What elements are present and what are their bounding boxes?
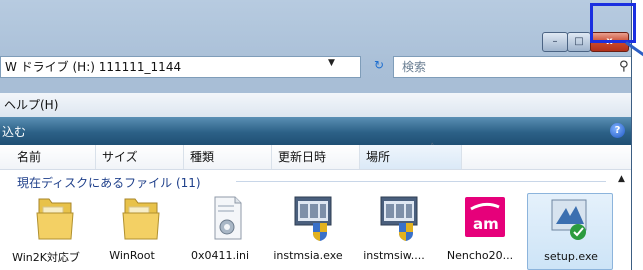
file-icon-grid: Win2K対応ブ WinRoot 0x0411.ini instmsia.exe… (0, 193, 631, 270)
close-button-highlight (590, 3, 636, 43)
search-input[interactable]: 検索 (393, 56, 631, 78)
file-item[interactable]: am Nencho20... (436, 193, 522, 270)
maximize-button[interactable]: □ (567, 32, 591, 52)
installer-icon (380, 196, 418, 241)
file-label: Win2K対応ブ (12, 251, 80, 264)
search-icon[interactable]: ⚲ (619, 59, 631, 74)
help-icon[interactable]: ? (610, 123, 625, 138)
menu-item-help[interactable]: ヘルプ(H) (4, 96, 58, 113)
folder-icon (122, 198, 160, 240)
column-header-size[interactable]: サイズ (96, 145, 184, 169)
file-label: 0x0411.ini (190, 249, 250, 262)
toolbar-button-label[interactable]: 込む (2, 123, 26, 140)
menu-bar: ヘルプ(H) (0, 93, 631, 118)
sort-ascending-icon: ˄ (430, 143, 435, 153)
column-header-type[interactable]: 種類 (184, 145, 272, 169)
column-header-modified[interactable]: 更新日時 (272, 145, 360, 169)
file-label: instmsiw.... (363, 249, 425, 262)
file-item[interactable]: WinRoot (92, 193, 178, 270)
file-list-pane: 名前 サイズ 種類 更新日時 場所 ˄ 現在ディスクにあるファイル (11) ▲… (0, 143, 631, 270)
minimize-button[interactable]: – (542, 32, 568, 52)
chevron-down-icon[interactable]: ▼ (328, 58, 335, 68)
settings-file-icon (214, 196, 242, 240)
file-item[interactable]: 0x0411.ini (178, 193, 264, 270)
address-path-field[interactable]: W ドライブ (H:) 111111_1144 (0, 56, 361, 78)
column-header-name[interactable]: 名前 (0, 145, 96, 169)
minimize-icon: – (552, 36, 558, 47)
group-header[interactable]: 現在ディスクにあるファイル (11) ▲ (0, 169, 631, 193)
installer-icon (294, 196, 332, 241)
group-divider (236, 181, 606, 182)
file-label: WinRoot (109, 249, 155, 262)
file-label: Nencho20... (446, 249, 514, 262)
title-bar[interactable]: – □ x (0, 0, 631, 52)
file-item-selected[interactable]: setup.exe (527, 193, 613, 270)
file-item[interactable]: instmsiw.... (350, 193, 436, 270)
file-item[interactable]: Win2K対応ブ (6, 193, 92, 270)
setup-icon (551, 199, 587, 240)
search-placeholder: 検索 (402, 60, 427, 74)
explorer-window: – □ x W ドライブ (H:) 111111_1144 ▼ ↻ 検索 ⚲ ヘ… (0, 0, 632, 270)
nencho-app-icon: am (465, 197, 505, 237)
file-label: setup.exe (544, 250, 598, 263)
column-header-row: 名前 サイズ 種類 更新日時 場所 ˄ (0, 143, 631, 170)
refresh-icon[interactable]: ↻ (368, 58, 390, 76)
svg-text:am: am (473, 215, 499, 233)
group-label: 現在ディスクにあるファイル (11) (17, 176, 201, 190)
column-header-location[interactable]: 場所 (360, 145, 462, 169)
address-bar: W ドライブ (H:) 111111_1144 ▼ ↻ 検索 ⚲ (0, 56, 631, 80)
command-bar: 込む ? (0, 117, 631, 145)
file-item[interactable]: instmsia.exe (264, 193, 350, 270)
file-label: instmsia.exe (273, 249, 343, 262)
collapse-icon[interactable]: ▲ (618, 174, 625, 184)
maximize-icon: □ (574, 36, 584, 47)
address-path: W ドライブ (H:) 111111_1144 (5, 60, 182, 74)
folder-icon (36, 198, 74, 240)
